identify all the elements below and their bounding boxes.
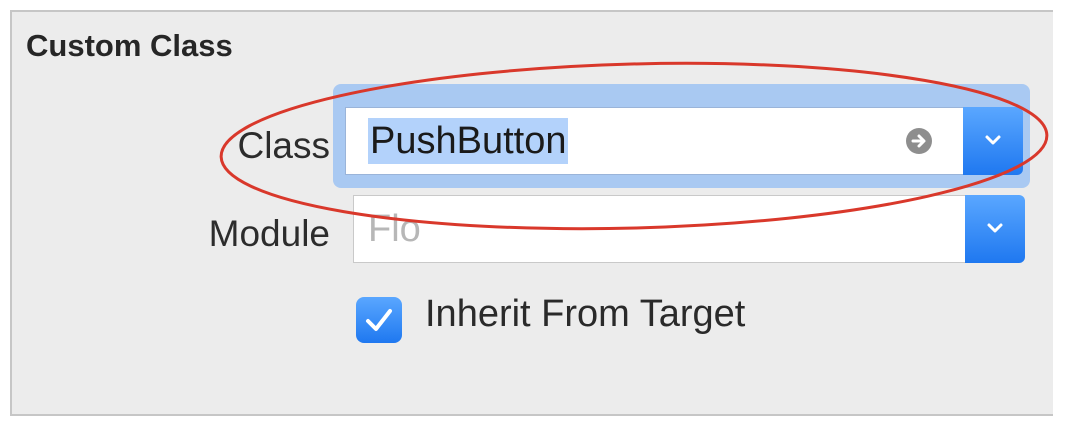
inherit-checkbox[interactable] bbox=[356, 297, 402, 343]
class-value[interactable]: PushButton bbox=[368, 118, 569, 164]
module-dropdown-button[interactable] bbox=[965, 195, 1025, 263]
class-label: Class bbox=[237, 125, 330, 166]
class-dropdown-button[interactable] bbox=[963, 107, 1023, 175]
chevron-down-icon bbox=[985, 135, 1001, 145]
checkmark-icon bbox=[366, 309, 392, 331]
arrow-right-circle-icon[interactable] bbox=[906, 128, 932, 154]
inherit-checkbox-label[interactable]: Inherit From Target bbox=[425, 293, 745, 336]
chevron-down-icon bbox=[987, 223, 1003, 233]
module-label: Module bbox=[208, 213, 330, 254]
module-combobox-input[interactable]: Flo bbox=[353, 195, 967, 263]
class-combobox-input[interactable]: PushButton bbox=[345, 107, 965, 175]
module-placeholder: Flo bbox=[368, 208, 421, 250]
section-title: Custom Class bbox=[26, 28, 233, 63]
